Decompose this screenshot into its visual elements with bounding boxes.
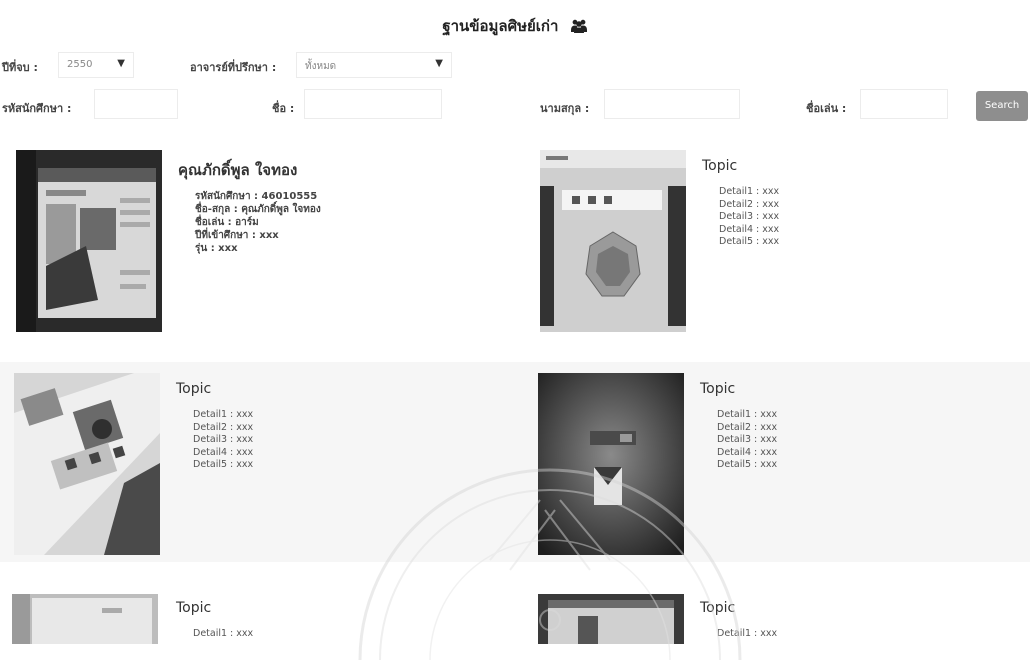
detail-line: Detail1 : xxx — [719, 186, 780, 197]
topic-card[interactable]: Topic Detail1 : xxx Detail2 : xxx Detail… — [540, 150, 1030, 335]
topic-card-text: Topic Detail1 : xxx — [700, 600, 1020, 641]
topic-card[interactable]: Topic Detail1 : xxx — [538, 594, 1030, 644]
search-button[interactable]: Search — [976, 91, 1028, 121]
detail-full-name: ชื่อ-สกุล : คุณภักดิ์พูล ใจทอง — [195, 204, 321, 215]
first-name-label: ชื่อ : — [272, 102, 295, 115]
detail-line: Detail5 : xxx — [719, 236, 780, 247]
year-select-value: 2550 — [67, 59, 93, 70]
detail-line: Detail1 : xxx — [717, 409, 778, 420]
detail-line: Detail4 : xxx — [719, 223, 780, 235]
chevron-down-icon: ▼ — [435, 58, 443, 69]
detail-line: Detail4 : xxx — [193, 446, 254, 458]
topic-card[interactable]: Topic Detail1 : xxx Detail2 : xxx Detail… — [538, 373, 1030, 558]
topic-card-text: Topic Detail1 : xxx — [176, 600, 496, 641]
detail-list: Detail1 : xxx — [193, 628, 496, 641]
student-photo — [16, 150, 162, 332]
detail-generation: รุ่น : xxx — [195, 243, 238, 254]
card-title: Topic — [176, 381, 212, 397]
detail-line: Detail2 : xxx — [193, 421, 254, 433]
student-card[interactable]: คุณภักดิ์พูล ใจทอง รหัสนักศึกษา : 460105… — [16, 150, 516, 335]
topic-image — [12, 594, 158, 644]
last-name-label: นามสกุล : — [540, 102, 590, 115]
page-title-text: ฐานข้อมูลศิษย์เก่า — [442, 17, 559, 35]
detail-line: Detail1 : xxx — [193, 409, 254, 420]
topic-card-text: Topic Detail1 : xxx Detail2 : xxx Detail… — [700, 381, 1020, 472]
nickname-input[interactable] — [860, 89, 948, 119]
detail-nickname: ชื่อเล่น : อาร์ม — [195, 217, 259, 228]
detail-line: Detail4 : xxx — [717, 446, 778, 458]
detail-line: Detail3 : xxx — [193, 434, 254, 445]
year-select[interactable]: 2550 ▼ — [58, 52, 134, 78]
detail-list: Detail1 : xxx — [717, 628, 1020, 641]
detail-line: Detail5 : xxx — [193, 459, 254, 470]
detail-list: Detail1 : xxx Detail2 : xxx Detail3 : xx… — [717, 409, 1020, 472]
nickname-label: ชื่อเล่น : — [806, 102, 847, 115]
users-icon — [570, 19, 588, 37]
detail-line: Detail1 : xxx — [717, 628, 778, 639]
card-title: Topic — [176, 600, 212, 616]
detail-line: Detail2 : xxx — [717, 421, 778, 433]
card-title: Topic — [702, 158, 738, 174]
detail-list: Detail1 : xxx Detail2 : xxx Detail3 : xx… — [719, 186, 1022, 249]
student-card-text: คุณภักดิ์พูล ใจทอง รหัสนักศึกษา : 460105… — [178, 158, 498, 255]
advisor-select-value: ทั้งหมด — [305, 61, 337, 72]
detail-line: Detail5 : xxx — [717, 459, 778, 470]
student-id-label: รหัสนักศึกษา : — [2, 102, 72, 115]
topic-image — [540, 150, 686, 332]
page-title: ฐานข้อมูลศิษย์เก่า — [0, 14, 1030, 38]
card-title: คุณภักดิ์พูล ใจทอง — [178, 161, 298, 179]
detail-list: Detail1 : xxx Detail2 : xxx Detail3 : xx… — [193, 409, 496, 472]
first-name-input[interactable] — [304, 89, 442, 119]
advisor-label: อาจารย์ที่ปรึกษา : — [190, 61, 277, 74]
last-name-input[interactable] — [604, 89, 740, 119]
detail-list: รหัสนักศึกษา : 46010555 ชื่อ-สกุล : คุณภ… — [195, 190, 498, 255]
topic-card[interactable]: Topic Detail1 : xxx Detail2 : xxx Detail… — [14, 373, 514, 558]
detail-line: Detail1 : xxx — [193, 628, 254, 639]
card-title: Topic — [700, 600, 736, 616]
topic-card-text: Topic Detail1 : xxx Detail2 : xxx Detail… — [176, 381, 496, 472]
student-id-input[interactable] — [94, 89, 178, 119]
detail-entry-year: ปีที่เข้าศึกษา : xxx — [195, 230, 279, 241]
topic-image — [14, 373, 160, 555]
year-label: ปีที่จบ : — [2, 61, 38, 74]
topic-image — [538, 594, 684, 644]
card-title: Topic — [700, 381, 736, 397]
topic-card-text: Topic Detail1 : xxx Detail2 : xxx Detail… — [702, 158, 1022, 249]
topic-card[interactable]: Topic Detail1 : xxx — [12, 594, 512, 644]
detail-line: Detail2 : xxx — [719, 198, 780, 210]
detail-student-id: รหัสนักศึกษา : 46010555 — [195, 191, 318, 202]
detail-line: Detail3 : xxx — [719, 211, 780, 222]
filter-row-year-advisor: ปีที่จบ : 2550 ▼ อาจารย์ที่ปรึกษา : ทั้ง… — [0, 50, 1030, 84]
filter-row-names: รหัสนักศึกษา : ชื่อ : นามสกุล : ชื่อเล่น… — [0, 89, 1030, 123]
advisor-select[interactable]: ทั้งหมด ▼ — [296, 52, 452, 78]
detail-line: Detail3 : xxx — [717, 434, 778, 445]
topic-image — [538, 373, 684, 555]
chevron-down-icon: ▼ — [117, 58, 125, 69]
